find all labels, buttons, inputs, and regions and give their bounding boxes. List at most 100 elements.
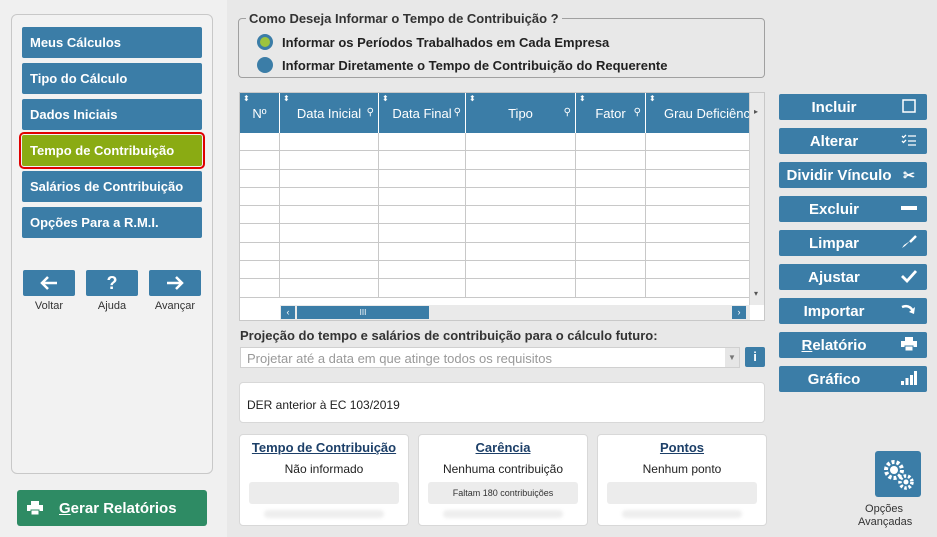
card-contribution-time: Tempo de Contribuição Não informado (239, 434, 409, 526)
sidebar-item-meus-calculos[interactable]: Meus Cálculos (22, 27, 202, 58)
brush-icon (899, 234, 919, 252)
help-button[interactable]: ? (86, 270, 138, 296)
table-row[interactable] (240, 279, 750, 298)
info-icon: i (753, 349, 757, 364)
projection-label: Projeção do tempo e salários de contribu… (240, 328, 658, 343)
help-label: Ajuda (97, 300, 127, 312)
projection-select-value: Projetar até a data em que atinge todos … (247, 351, 552, 366)
projection-select[interactable]: Projetar até a data em que atinge todos … (240, 347, 740, 368)
table-row[interactable] (240, 242, 750, 262)
arrow-right-icon (167, 276, 184, 290)
radio-selected-icon (257, 34, 273, 50)
blurred-text (622, 510, 742, 518)
vertical-scrollbar[interactable]: ▸ ▾ (749, 93, 764, 305)
info-button[interactable]: i (745, 347, 765, 367)
import-button[interactable]: Importar (779, 298, 927, 324)
scrollbar-thumb[interactable]: III (297, 306, 429, 319)
option-direct-time[interactable]: Informar Diretamente o Tempo de Contribu… (257, 57, 667, 73)
sidebar-item-dados-iniciais[interactable]: Dados Iniciais (22, 99, 202, 130)
table-row[interactable] (240, 133, 750, 152)
column-header-number[interactable]: ⬍ Nº (240, 93, 280, 133)
option-periods-label: Informar os Períodos Trabalhados em Cada… (282, 34, 610, 50)
gears-icon (884, 460, 914, 490)
question-icon: ? (106, 272, 118, 293)
chevron-down-icon[interactable]: ▼ (725, 348, 739, 367)
progress-bar (249, 482, 399, 504)
sidebar-item-tempo-de-contribuicao[interactable]: Tempo de Contribuição (19, 132, 205, 169)
printer-icon (899, 336, 919, 354)
bar-chart-icon (899, 370, 919, 388)
list-check-icon (899, 133, 919, 150)
table-row[interactable] (240, 151, 750, 170)
scroll-right-arrow-icon[interactable]: ▸ (754, 107, 758, 116)
sidebar-item-opcoes-rmi[interactable]: Opções Para a R.M.I. (22, 207, 202, 238)
column-header-type[interactable]: ⬍ Tipo ⚲ (466, 93, 576, 133)
sidebar-item-salarios-de-contribuicao[interactable]: Salários de Contribuição (22, 171, 202, 202)
square-icon (899, 98, 919, 116)
scroll-left-icon[interactable]: ‹ (281, 306, 295, 319)
card-title[interactable]: Pontos (598, 440, 766, 455)
include-button[interactable]: Incluir (779, 94, 927, 120)
sort-icon: ⬍ (243, 94, 250, 103)
blurred-text (443, 510, 563, 518)
adjust-button[interactable]: Ajustar (779, 264, 927, 290)
search-icon[interactable]: ⚲ (564, 107, 571, 118)
radio-unselected-icon (257, 57, 273, 73)
sort-icon: ⬍ (579, 94, 586, 103)
der-text: DER anterior à EC 103/2019 (247, 398, 400, 412)
search-icon[interactable]: ⚲ (634, 107, 641, 118)
minus-icon (899, 201, 919, 218)
grid-header: ⬍ Nº ⬍ Data Inicial ⚲ ⬍ Data Final ⚲ ⬍ Tipo ⚲ ⬍… (240, 93, 751, 133)
grid-body (240, 133, 750, 298)
arrow-left-icon (40, 276, 57, 290)
contribution-input-title: Como Deseja Informar o Tempo de Contribu… (246, 11, 562, 26)
sort-icon: ⬍ (469, 94, 476, 103)
table-row[interactable] (240, 169, 750, 188)
forward-label: Avançar (154, 300, 196, 312)
column-header-factor[interactable]: ⬍ Fator ⚲ (576, 93, 646, 133)
table-row[interactable] (240, 187, 750, 207)
option-direct-label: Informar Diretamente o Tempo de Contribu… (282, 57, 668, 73)
option-periods-per-company[interactable]: Informar os Períodos Trabalhados em Cada… (257, 34, 609, 50)
generate-reports-button[interactable]: Gerar Relatórios (17, 490, 207, 526)
table-row[interactable] (240, 206, 750, 225)
check-icon (899, 269, 919, 286)
generate-reports-label: Gerar Relatórios (59, 499, 177, 517)
search-icon[interactable]: ⚲ (367, 107, 374, 118)
advanced-options-label: Opções Avançadas (858, 503, 913, 528)
table-row[interactable] (240, 224, 750, 243)
card-title[interactable]: Carência (419, 440, 587, 455)
blurred-text (264, 510, 384, 518)
back-button[interactable] (23, 270, 75, 296)
advanced-options-button[interactable] (875, 451, 921, 497)
split-link-button[interactable]: Dividir Vínculo ✂ (779, 162, 927, 188)
card-value: Nenhuma contribuição (442, 462, 564, 476)
report-button[interactable]: Relatório (779, 332, 927, 358)
sort-icon: ⬍ (382, 94, 389, 103)
horizontal-scrollbar[interactable]: ‹ III › (280, 305, 750, 320)
column-header-disability[interactable]: ⬍ Grau Deficiênci (646, 93, 751, 133)
column-header-start-date[interactable]: ⬍ Data Inicial ⚲ (280, 93, 379, 133)
chart-button[interactable]: Gráfico (779, 366, 927, 392)
table-row[interactable] (240, 261, 750, 280)
import-arrow-icon (899, 303, 919, 320)
search-icon[interactable]: ⚲ (454, 107, 461, 118)
card-value: Nenhum ponto (642, 462, 722, 476)
sidebar-item-tipo-do-calculo[interactable]: Tipo do Cálculo (22, 63, 202, 94)
periods-grid: ⬍ Nº ⬍ Data Inicial ⚲ ⬍ Data Final ⚲ ⬍ Tipo ⚲ ⬍… (239, 92, 765, 321)
column-header-end-date[interactable]: ⬍ Data Final ⚲ (379, 93, 466, 133)
forward-button[interactable] (149, 270, 201, 296)
progress-bar (607, 482, 757, 504)
edit-button[interactable]: Alterar (779, 128, 927, 154)
printer-icon (27, 501, 43, 515)
scissors-icon: ✂ (903, 166, 915, 183)
progress-bar: Faltam 180 contribuições (428, 482, 578, 504)
delete-button[interactable]: Excluir (779, 196, 927, 222)
scroll-down-arrow-icon[interactable]: ▾ (754, 289, 758, 298)
sort-icon: ⬍ (649, 94, 656, 103)
sort-icon: ⬍ (283, 94, 290, 103)
clear-button[interactable]: Limpar (779, 230, 927, 256)
card-value: Não informado (284, 462, 364, 476)
card-title[interactable]: Tempo de Contribuição (240, 440, 408, 455)
scroll-right-icon[interactable]: › (732, 306, 746, 319)
